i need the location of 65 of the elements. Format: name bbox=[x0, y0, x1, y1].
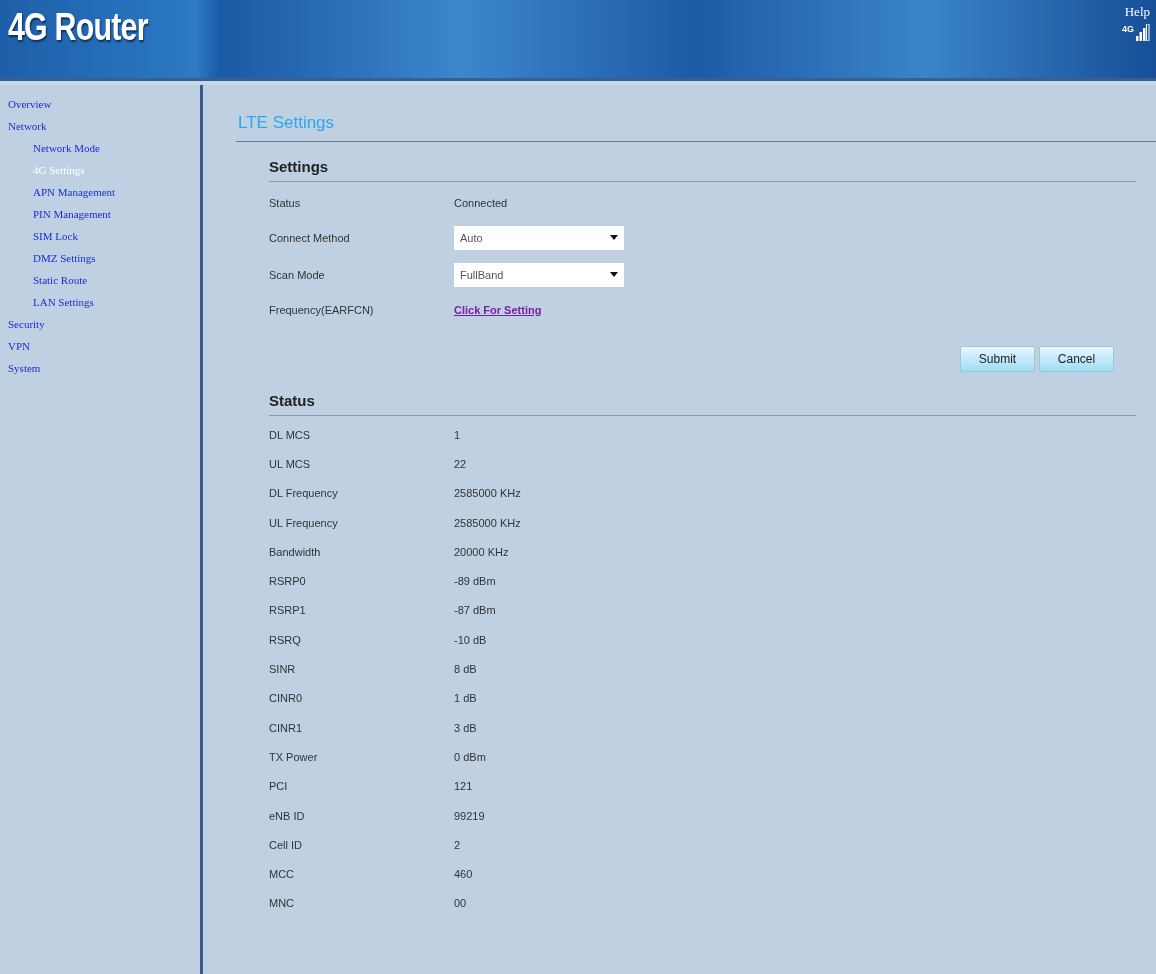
nav-link[interactable]: PIN Management bbox=[0, 203, 200, 225]
nav-link[interactable]: APN Management bbox=[0, 181, 200, 203]
page-title: LTE Settings bbox=[236, 113, 1156, 142]
nav-link[interactable]: Network bbox=[0, 115, 200, 137]
field-value: -89 dBm bbox=[454, 575, 496, 588]
caret-icon bbox=[610, 272, 618, 277]
field-value: 3 dB bbox=[454, 721, 477, 734]
field-label: SINR bbox=[269, 663, 297, 675]
field-value: Connected bbox=[454, 196, 508, 209]
section-title: Status bbox=[269, 376, 1136, 416]
nav-link[interactable]: Static Route bbox=[0, 269, 200, 291]
field-label: CINR1 bbox=[269, 721, 303, 734]
signal-icon bbox=[1136, 24, 1150, 41]
field-value: 2585000 KHz bbox=[454, 516, 521, 529]
field-value: 8 dB bbox=[454, 663, 477, 675]
field-value: 1 dB bbox=[454, 692, 477, 705]
field-label: Scan Mode bbox=[269, 268, 326, 281]
nav-link[interactable]: Overview bbox=[0, 93, 200, 115]
field-label: CINR0 bbox=[269, 692, 303, 705]
field-label: DL MCS bbox=[269, 428, 312, 441]
dropdown[interactable]: FullBand bbox=[454, 262, 624, 287]
field-value: 99219 bbox=[454, 809, 485, 822]
nav-link[interactable]: Security bbox=[0, 313, 200, 335]
network-type-label: 4G bbox=[1122, 24, 1134, 34]
nav-link[interactable]: Network Mode bbox=[0, 137, 200, 159]
field-label: MCC bbox=[269, 868, 296, 881]
logo: 4G Router bbox=[7, 5, 148, 50]
field-label: TX Power bbox=[269, 750, 319, 763]
field-value: 1 bbox=[454, 428, 461, 441]
field-value: 460 bbox=[454, 868, 473, 881]
field-label: MNC bbox=[269, 897, 296, 910]
field-value: 00 bbox=[454, 897, 467, 910]
field-label: RSRP0 bbox=[269, 575, 307, 588]
field-value: 2 bbox=[454, 838, 461, 851]
field-value: -10 dB bbox=[454, 633, 487, 646]
setting-link[interactable]: Click For Setting bbox=[454, 303, 542, 316]
dropdown[interactable]: Auto bbox=[454, 225, 624, 250]
field-label: RSRP1 bbox=[269, 604, 307, 617]
nav-link[interactable]: SIM Lock bbox=[0, 225, 200, 247]
field-value: -87 dBm bbox=[454, 604, 496, 617]
field-label: RSRQ bbox=[269, 633, 302, 646]
nav-link[interactable]: VPN bbox=[0, 335, 200, 357]
help-link[interactable]: Help bbox=[1124, 4, 1150, 20]
field-label: Connect Method bbox=[269, 231, 351, 244]
field-label: Frequency(EARFCN) bbox=[269, 303, 375, 316]
form-button[interactable]: Cancel bbox=[1039, 346, 1114, 372]
field-label: UL Frequency bbox=[269, 516, 339, 529]
field-value: 20000 KHz bbox=[454, 545, 509, 558]
nav-link[interactable]: DMZ Settings bbox=[0, 247, 200, 269]
field-label: Status bbox=[269, 196, 302, 209]
field-value: 22 bbox=[454, 457, 467, 470]
field-label: Bandwidth bbox=[269, 545, 322, 558]
section-title: Settings bbox=[269, 142, 1136, 182]
field-label: Cell ID bbox=[269, 838, 303, 851]
nav-link[interactable]: LAN Settings bbox=[0, 291, 200, 313]
caret-icon bbox=[610, 235, 618, 240]
form-button[interactable]: Submit bbox=[960, 346, 1035, 372]
field-value: 2585000 KHz bbox=[454, 487, 521, 500]
field-value: 121 bbox=[454, 780, 473, 793]
field-value: 0 dBm bbox=[454, 750, 486, 763]
field-label: PCI bbox=[269, 780, 289, 793]
field-label: eNB ID bbox=[269, 809, 306, 822]
nav-link[interactable]: System bbox=[0, 357, 200, 379]
field-label: UL MCS bbox=[269, 457, 312, 470]
field-label: DL Frequency bbox=[269, 487, 339, 500]
